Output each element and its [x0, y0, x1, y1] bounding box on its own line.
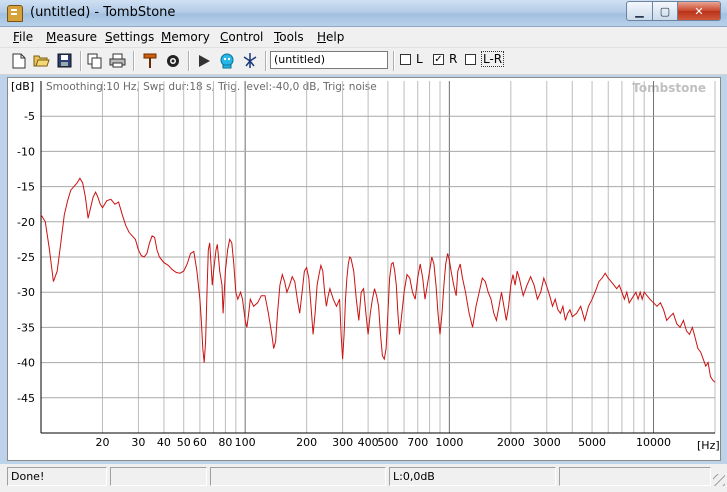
x-tick-label: 500 [377, 436, 398, 449]
x-tick-label: 50 [177, 436, 191, 449]
measurement-name-input[interactable]: (untitled) [270, 51, 388, 69]
toolbar-separator [265, 51, 267, 71]
status-bar: Done! L:0,0dB [0, 464, 727, 492]
y-tick-label: -5 [24, 110, 35, 123]
menu-bar: File Measure Settings Memory Control Too… [0, 27, 727, 48]
l-minus-r-checkbox[interactable] [465, 54, 476, 65]
antenna-icon[interactable] [241, 52, 258, 69]
resize-grip[interactable] [713, 474, 725, 486]
toolbar: (untitled) L ✓ R L-R [0, 48, 727, 75]
x-tick-label: 30 [131, 436, 145, 449]
menu-help[interactable]: Help [317, 30, 344, 44]
close-button[interactable]: ✕ [678, 1, 721, 21]
new-file-icon[interactable] [10, 52, 27, 69]
title-bar[interactable]: (untitled) - TombStone ▁ ▢ ✕ [0, 0, 727, 27]
y-tick-label: -10 [17, 145, 35, 158]
x-tick-label: 60 [193, 436, 207, 449]
robot-icon[interactable] [218, 52, 235, 69]
save-icon[interactable] [56, 52, 73, 69]
x-tick-label: 10000 [636, 436, 671, 449]
copy-icon[interactable] [86, 52, 103, 69]
right-channel-checkbox[interactable]: ✓ [433, 54, 444, 65]
play-icon[interactable] [195, 52, 212, 69]
status-pane-3 [210, 467, 386, 486]
x-tick-label: 2000 [497, 436, 525, 449]
x-axis-unit-label: [Hz] [697, 439, 720, 452]
right-channel-label: R [449, 52, 458, 66]
tombstone-watermark: Tombstone [632, 81, 706, 95]
marker-icon[interactable] [141, 52, 158, 69]
x-tick-label: 200 [296, 436, 317, 449]
x-tick-label: 100 [235, 436, 256, 449]
toolbar-separator [393, 51, 395, 71]
y-tick-labels: -5 -10 -15 -20 -25 -30 -35 -40 -45 [17, 110, 35, 405]
menu-file[interactable]: File [13, 30, 33, 44]
toolbar-separator [133, 51, 135, 71]
y-tick-label: -30 [17, 286, 35, 299]
x-tick-labels: 20 30 40 50 60 80 100 200 300 400500 700 1000 2000 30… [95, 436, 671, 449]
frequency-response-chart[interactable]: [dB] [Hz] Smoothing:10 Hz, Swp dur:18 s,… [7, 77, 721, 461]
status-message: Done! [7, 467, 107, 486]
x-tick-label: 20 [95, 436, 109, 449]
window-controls: ▁ ▢ ✕ [626, 1, 721, 21]
left-channel-checkbox[interactable] [400, 54, 411, 65]
status-pane-2 [110, 467, 207, 486]
x-tick-label: 400 [358, 436, 379, 449]
x-tick-label: 700 [407, 436, 428, 449]
measurement-info: Smoothing:10 Hz, Swp dur:18 s, Trig. lev… [46, 81, 377, 93]
y-tick-label: -45 [17, 392, 35, 405]
menu-memory[interactable]: Memory [161, 30, 210, 44]
menu-settings[interactable]: Settings [105, 30, 154, 44]
y-axis-unit-label: [dB] [11, 80, 34, 93]
x-tick-label: 3000 [533, 436, 561, 449]
menu-measure[interactable]: Measure [46, 30, 97, 44]
status-level: L:0,0dB [389, 467, 556, 486]
status-pane-5 [559, 467, 711, 486]
x-tick-label: 5000 [578, 436, 606, 449]
left-channel-label: L [416, 52, 423, 66]
response-curve [40, 177, 716, 383]
l-minus-r-label: L-R [481, 51, 505, 67]
y-tick-label: -15 [17, 181, 35, 194]
frequency-response-plot[interactable]: [dB] [Hz] Smoothing:10 Hz, Swp dur:18 s,… [8, 78, 720, 460]
x-tick-label: 1000 [435, 436, 463, 449]
print-icon[interactable] [109, 52, 126, 69]
open-folder-icon[interactable] [33, 52, 50, 69]
window-title: (untitled) - TombStone [30, 5, 176, 20]
minimize-button[interactable]: ▁ [626, 1, 653, 21]
menu-tools[interactable]: Tools [274, 30, 304, 44]
x-tick-label: 80 [218, 436, 232, 449]
y-tick-label: -35 [17, 321, 35, 334]
y-tick-label: -20 [17, 216, 35, 229]
y-tick-label: -40 [17, 357, 35, 370]
y-tick-label: -25 [17, 251, 35, 264]
tombstone-app-icon[interactable] [7, 5, 23, 22]
chart-grid [40, 81, 716, 434]
x-tick-label: 300 [332, 436, 353, 449]
toolbar-separator [188, 51, 190, 71]
maximize-button[interactable]: ▢ [653, 1, 678, 21]
target-icon[interactable] [164, 52, 181, 69]
toolbar-separator [80, 51, 82, 71]
menu-control[interactable]: Control [220, 30, 263, 44]
x-tick-label: 40 [157, 436, 171, 449]
